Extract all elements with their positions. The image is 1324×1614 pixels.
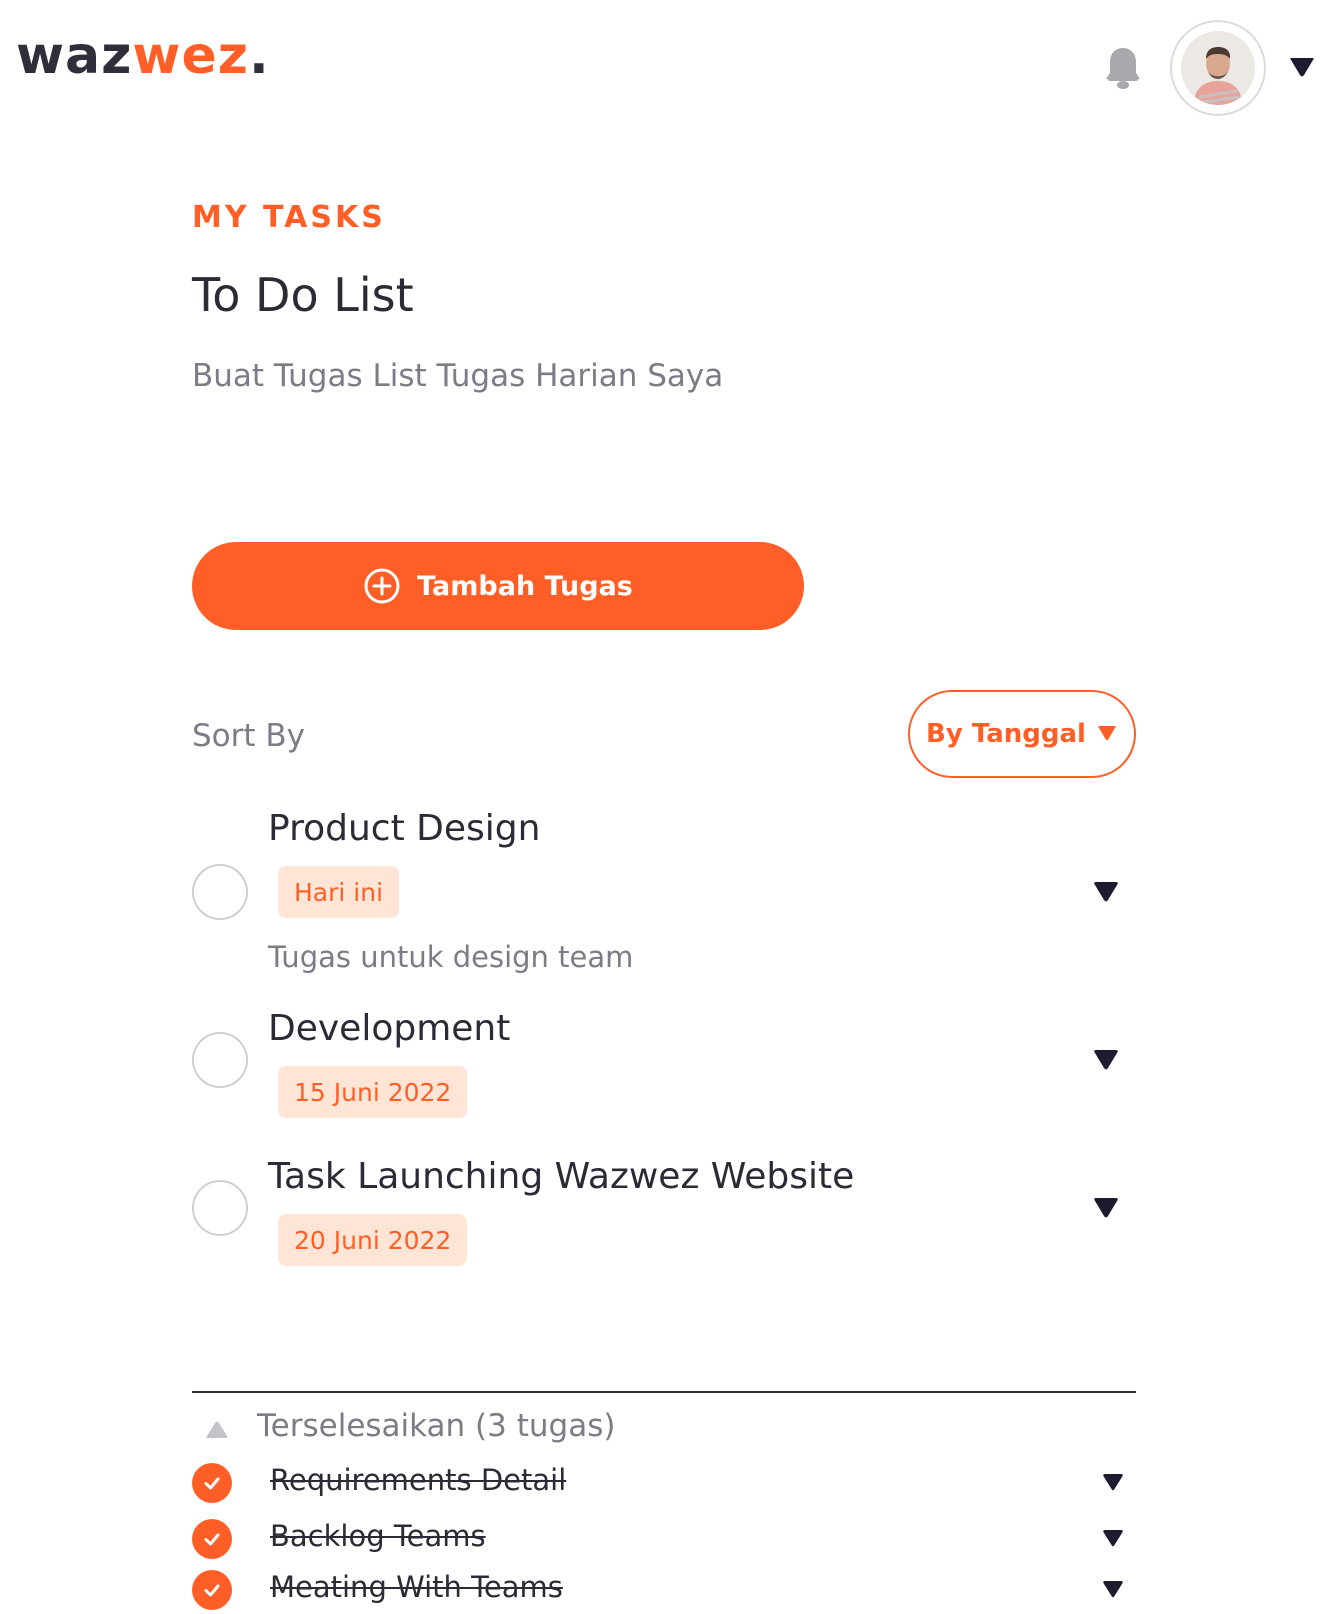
app-logo[interactable]: wazwez.	[16, 30, 270, 82]
task-expand-caret-icon[interactable]	[1102, 1529, 1124, 1549]
task-expand-caret-icon[interactable]	[1102, 1473, 1124, 1493]
completed-task-title[interactable]: Backlog Teams	[270, 1519, 486, 1553]
completed-task-item: Meating With Teams	[192, 1568, 1136, 1612]
task-checkbox[interactable]	[192, 864, 248, 920]
collapse-toggle-icon[interactable]	[204, 1418, 230, 1440]
task-item: Development 15 Juni 2022	[192, 1008, 1136, 1128]
user-avatar[interactable]	[1170, 20, 1266, 116]
avatar-photo	[1181, 31, 1255, 105]
bell-icon[interactable]	[1104, 46, 1142, 90]
sort-selected-label: By Tanggal	[926, 719, 1086, 749]
logo-text-part1: waz	[16, 26, 133, 86]
page-subtitle: Buat Tugas List Tugas Harian Saya	[192, 358, 724, 394]
task-expand-caret-icon[interactable]	[1092, 880, 1120, 906]
sort-by-label: Sort By	[192, 718, 306, 754]
completed-task-title[interactable]: Requirements Detail	[270, 1463, 566, 1497]
caret-down-icon	[1098, 726, 1116, 741]
task-title[interactable]: Task Launching Wazwez Website	[268, 1156, 854, 1197]
task-checkbox[interactable]	[192, 1032, 248, 1088]
task-title[interactable]: Product Design	[268, 808, 540, 849]
sort-dropdown[interactable]: By Tanggal	[908, 690, 1136, 778]
task-due-badge: 15 Juni 2022	[278, 1066, 468, 1118]
add-task-label: Tambah Tugas	[417, 570, 633, 602]
add-task-button[interactable]: Tambah Tugas	[192, 542, 804, 630]
completed-checkbox[interactable]	[192, 1570, 232, 1610]
task-due-badge: 20 Juni 2022	[278, 1214, 468, 1266]
task-title[interactable]: Development	[268, 1008, 510, 1049]
task-item: Task Launching Wazwez Website 20 Juni 20…	[192, 1156, 1136, 1276]
section-eyebrow: MY TASKS	[192, 200, 386, 235]
completed-section-label[interactable]: Terselesaikan (3 tugas)	[257, 1408, 615, 1444]
task-expand-caret-icon[interactable]	[1102, 1580, 1124, 1600]
page-title: To Do List	[192, 268, 414, 322]
task-description: Tugas untuk design team	[268, 940, 634, 974]
task-item: Product Design Hari ini Tugas untuk desi…	[192, 808, 1136, 978]
completed-task-title[interactable]: Meating With Teams	[270, 1570, 563, 1604]
task-expand-caret-icon[interactable]	[1092, 1048, 1120, 1074]
task-expand-caret-icon[interactable]	[1092, 1196, 1120, 1222]
completed-checkbox[interactable]	[192, 1519, 232, 1559]
task-due-badge: Hari ini	[278, 866, 400, 918]
plus-circle-icon	[364, 568, 400, 604]
completed-task-item: Backlog Teams	[192, 1517, 1136, 1561]
check-icon	[204, 1477, 220, 1490]
logo-text-part2: wez	[132, 26, 249, 86]
task-checkbox[interactable]	[192, 1180, 248, 1236]
section-divider	[192, 1391, 1136, 1393]
logo-text-part3: .	[248, 26, 270, 86]
check-icon	[204, 1533, 220, 1546]
check-icon	[204, 1584, 220, 1597]
completed-checkbox[interactable]	[192, 1463, 232, 1503]
completed-task-item: Requirements Detail	[192, 1461, 1136, 1505]
caret-down-icon[interactable]	[1288, 56, 1316, 80]
